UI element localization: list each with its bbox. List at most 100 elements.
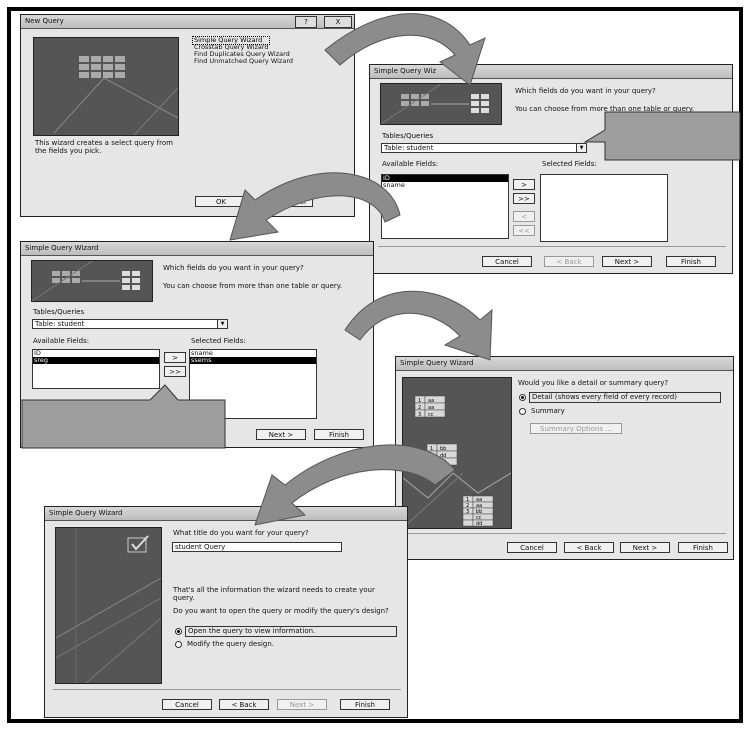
dialog-title: Simple Query Wizard bbox=[400, 359, 474, 367]
ok-button[interactable]: OK bbox=[195, 196, 247, 207]
back-button[interactable]: < Back bbox=[544, 256, 594, 267]
cancel-button[interactable]: ancel bbox=[261, 196, 313, 207]
selected-fields-label: Selected Fields: bbox=[542, 160, 597, 168]
selected-fields-list[interactable] bbox=[540, 174, 668, 242]
tables-queries-label: Tables/Queries bbox=[382, 132, 434, 140]
modify-design-radio[interactable] bbox=[175, 641, 182, 648]
wizard-step2-dialog: Simple Query Wizard 1 aa 2 aa 3 cc 1 bb bbox=[395, 356, 734, 560]
cancel-button[interactable]: Cancel bbox=[162, 699, 212, 710]
list-item[interactable]: Find Unmatched Query Wizard bbox=[193, 58, 348, 65]
add-all-fields-button[interactable]: >> bbox=[164, 366, 186, 377]
list-item[interactable]: ID bbox=[33, 350, 159, 357]
thumb-text: aa bbox=[428, 398, 434, 404]
summary-option-label[interactable]: Summary bbox=[531, 407, 565, 415]
cancel-button[interactable]: Cancel bbox=[507, 542, 557, 553]
list-item[interactable]: sreg bbox=[33, 357, 159, 364]
wizard-hint: You can choose from more than one table … bbox=[163, 282, 343, 290]
finish-button[interactable]: Finish bbox=[678, 542, 728, 553]
preview-graphic: 1 aa 2 aa 3 cc 1 bb 2 dd 3 dd 1 aa 2 aa 3 bb cc d… bbox=[403, 395, 511, 528]
tables-queries-select[interactable]: Table: student ▼ bbox=[32, 319, 228, 329]
wizard-type-list[interactable]: Simple Query Wizard Crosstab Query Wizar… bbox=[192, 36, 348, 207]
next-button[interactable]: Next > bbox=[620, 542, 670, 553]
next-button[interactable]: Next > bbox=[256, 429, 306, 440]
divider bbox=[404, 533, 726, 534]
thumb-text: dd bbox=[476, 521, 482, 527]
cancel-button[interactable]: Cancel bbox=[482, 256, 532, 267]
preview-graphic bbox=[56, 528, 161, 683]
thumb-text: dd bbox=[440, 460, 446, 466]
wizard-preview-image bbox=[55, 527, 162, 684]
thumb-text: dd bbox=[440, 453, 446, 459]
available-fields-label: Available Fields: bbox=[382, 160, 439, 168]
select-value: Table: student bbox=[384, 144, 434, 152]
finish-button[interactable]: Finish bbox=[666, 256, 716, 267]
tables-queries-select[interactable]: Table: student ▼ bbox=[381, 143, 587, 153]
dialog-title: New Query bbox=[25, 17, 64, 25]
wizard-question: Would you like a detail or summary query… bbox=[518, 379, 669, 387]
thumb-text: bb bbox=[440, 446, 446, 452]
thumb-text: 3 bbox=[466, 509, 469, 515]
preview-graphic bbox=[32, 261, 140, 301]
summary-radio[interactable] bbox=[519, 408, 526, 415]
dialog-title-bar: Simple Query Wiz bbox=[370, 65, 732, 79]
available-fields-list[interactable]: ID sname bbox=[381, 174, 509, 239]
help-button[interactable]: ? bbox=[295, 16, 317, 28]
available-fields-label: Available Fields: bbox=[33, 337, 90, 345]
next-button[interactable]: Next > bbox=[277, 699, 327, 710]
tables-queries-label: Tables/Queries bbox=[33, 308, 85, 316]
select-value: Table: student bbox=[35, 320, 85, 328]
wizard-preview-image bbox=[31, 260, 153, 302]
dialog-title: Simple Query Wizard bbox=[25, 244, 99, 252]
selected-fields-list[interactable]: sname ssems bbox=[189, 349, 317, 419]
thumb-text: 2 bbox=[430, 453, 433, 459]
open-query-radio[interactable] bbox=[175, 628, 182, 635]
wizard-step1-dialog: Simple Query Wiz Which fields do you wan… bbox=[369, 64, 733, 274]
divider bbox=[378, 246, 726, 247]
wizard-question: Which fields do you want in your query? bbox=[515, 87, 656, 95]
back-button[interactable]: < Back bbox=[219, 699, 269, 710]
wizard-ask: Do you want to open the query or modify … bbox=[173, 607, 389, 615]
open-query-label[interactable]: Open the query to view information. bbox=[185, 626, 397, 637]
list-item[interactable]: ssems bbox=[190, 357, 316, 364]
back-button[interactable]: < Back bbox=[564, 542, 614, 553]
add-field-button[interactable]: > bbox=[164, 352, 186, 363]
wizard-question: What title do you want for your query? bbox=[173, 529, 309, 537]
list-item[interactable]: sname bbox=[382, 182, 508, 189]
next-button[interactable]: Next > bbox=[602, 256, 652, 267]
finish-button[interactable]: Finish bbox=[340, 699, 390, 710]
dialog-title: Simple Query Wiz bbox=[374, 67, 437, 75]
thumb-text: 2 bbox=[418, 405, 421, 411]
close-button[interactable]: X bbox=[324, 16, 352, 28]
add-all-fields-button[interactable]: >> bbox=[513, 193, 535, 204]
wizard-info: That's all the information the wizard ne… bbox=[173, 586, 375, 602]
thumb-text: cc bbox=[428, 412, 434, 418]
dialog-title: Simple Query Wizard bbox=[49, 509, 123, 517]
selected-fields-label: Selected Fields: bbox=[191, 337, 246, 345]
query-title-input[interactable]: student Query bbox=[172, 542, 342, 552]
chevron-down-icon[interactable]: ▼ bbox=[217, 320, 227, 328]
divider bbox=[53, 689, 401, 690]
dialog-title-bar: Simple Query Wizard bbox=[21, 242, 373, 256]
add-field-button[interactable]: > bbox=[513, 179, 535, 190]
thumb-text: 3 bbox=[430, 460, 433, 466]
detail-option-label[interactable]: Detail (shows every field of every recor… bbox=[529, 392, 721, 403]
available-fields-list[interactable]: ID sreg bbox=[32, 349, 160, 389]
finish-button[interactable]: Finish bbox=[314, 429, 364, 440]
modify-design-label[interactable]: Modify the query design. bbox=[187, 640, 274, 648]
dialog-title-bar: Simple Query Wizard bbox=[396, 357, 733, 371]
wizard-preview-image bbox=[33, 37, 179, 136]
wizard-description: This wizard creates a select query from … bbox=[35, 139, 173, 155]
chevron-down-icon[interactable]: ▼ bbox=[576, 144, 586, 152]
wizard-preview-image: 1 aa 2 aa 3 cc 1 bb 2 dd 3 dd 1 aa 2 aa 3 bb cc d… bbox=[402, 377, 512, 529]
summary-options-button[interactable]: Summary Options ... bbox=[530, 423, 622, 434]
thumb-text: 1 bbox=[418, 398, 421, 404]
wizard-hint: You can choose from more than one table … bbox=[515, 105, 695, 113]
preview-graphic bbox=[381, 84, 489, 124]
thumb-text: 1 bbox=[430, 446, 433, 452]
dialog-title-bar: Simple Query Wizard bbox=[45, 507, 407, 521]
preview-graphic bbox=[53, 56, 178, 135]
remove-field-button[interactable]: < bbox=[513, 211, 535, 222]
remove-all-fields-button[interactable]: << bbox=[513, 225, 535, 236]
wizard-final-dialog: Simple Query Wizard What title do you wa… bbox=[44, 506, 408, 718]
detail-radio[interactable] bbox=[519, 394, 526, 401]
